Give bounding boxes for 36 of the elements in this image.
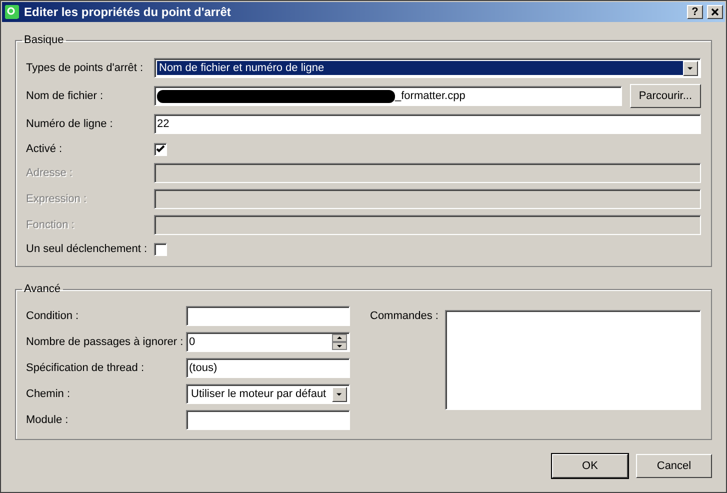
field-label: Types de points d'arrêt : [26,62,144,74]
field-label: Adresse : [26,167,74,179]
field-label: Expression : [26,193,88,205]
field-label: Nombre de passages à ignorer : [26,336,184,348]
spin-field[interactable]: 0 [186,332,350,352]
cancel-button[interactable]: Cancel [636,454,712,478]
field-label: Fonction : [26,219,76,231]
field-label: Spécification de thread : [26,362,146,374]
field-label: Commandes : [370,310,440,322]
path-dropdown[interactable]: Utiliser le moteur par défaut [186,384,350,404]
help-button[interactable]: ? [687,5,703,19]
field-label: Module : [26,414,70,426]
group-title: Basique [23,34,65,46]
field-label: Condition : [26,310,80,322]
field-label: Chemin : [26,388,72,400]
close-button[interactable] [707,5,723,19]
field-label: Nom de fichier : [26,90,104,102]
file-name-field[interactable]: _formatter.cpp [154,86,622,106]
spin-arrows-icon[interactable] [332,334,347,350]
input-field[interactable] [186,410,350,430]
type-dropdown[interactable]: Nom de fichier et numéro de ligne [154,58,701,78]
checkbox[interactable] [154,142,167,156]
checkbox[interactable] [154,242,167,256]
field-label: Un seul déclenchement : [26,243,148,255]
close-icon [711,8,719,16]
group-title: Avancé [23,283,62,295]
input-field[interactable] [186,306,350,326]
input-field[interactable]: (tous) [186,358,350,378]
ok-button[interactable]: OK [552,454,628,478]
browse-button[interactable]: Parcourir... [630,84,701,108]
window-title: Editer les propriétés du point d'arrêt [24,5,232,19]
app-icon [4,4,20,20]
input-field[interactable]: 22 [154,114,701,134]
commands-field[interactable] [445,310,701,410]
field-label: Numéro de ligne : [26,118,114,130]
field-label: Activé : [26,143,64,155]
